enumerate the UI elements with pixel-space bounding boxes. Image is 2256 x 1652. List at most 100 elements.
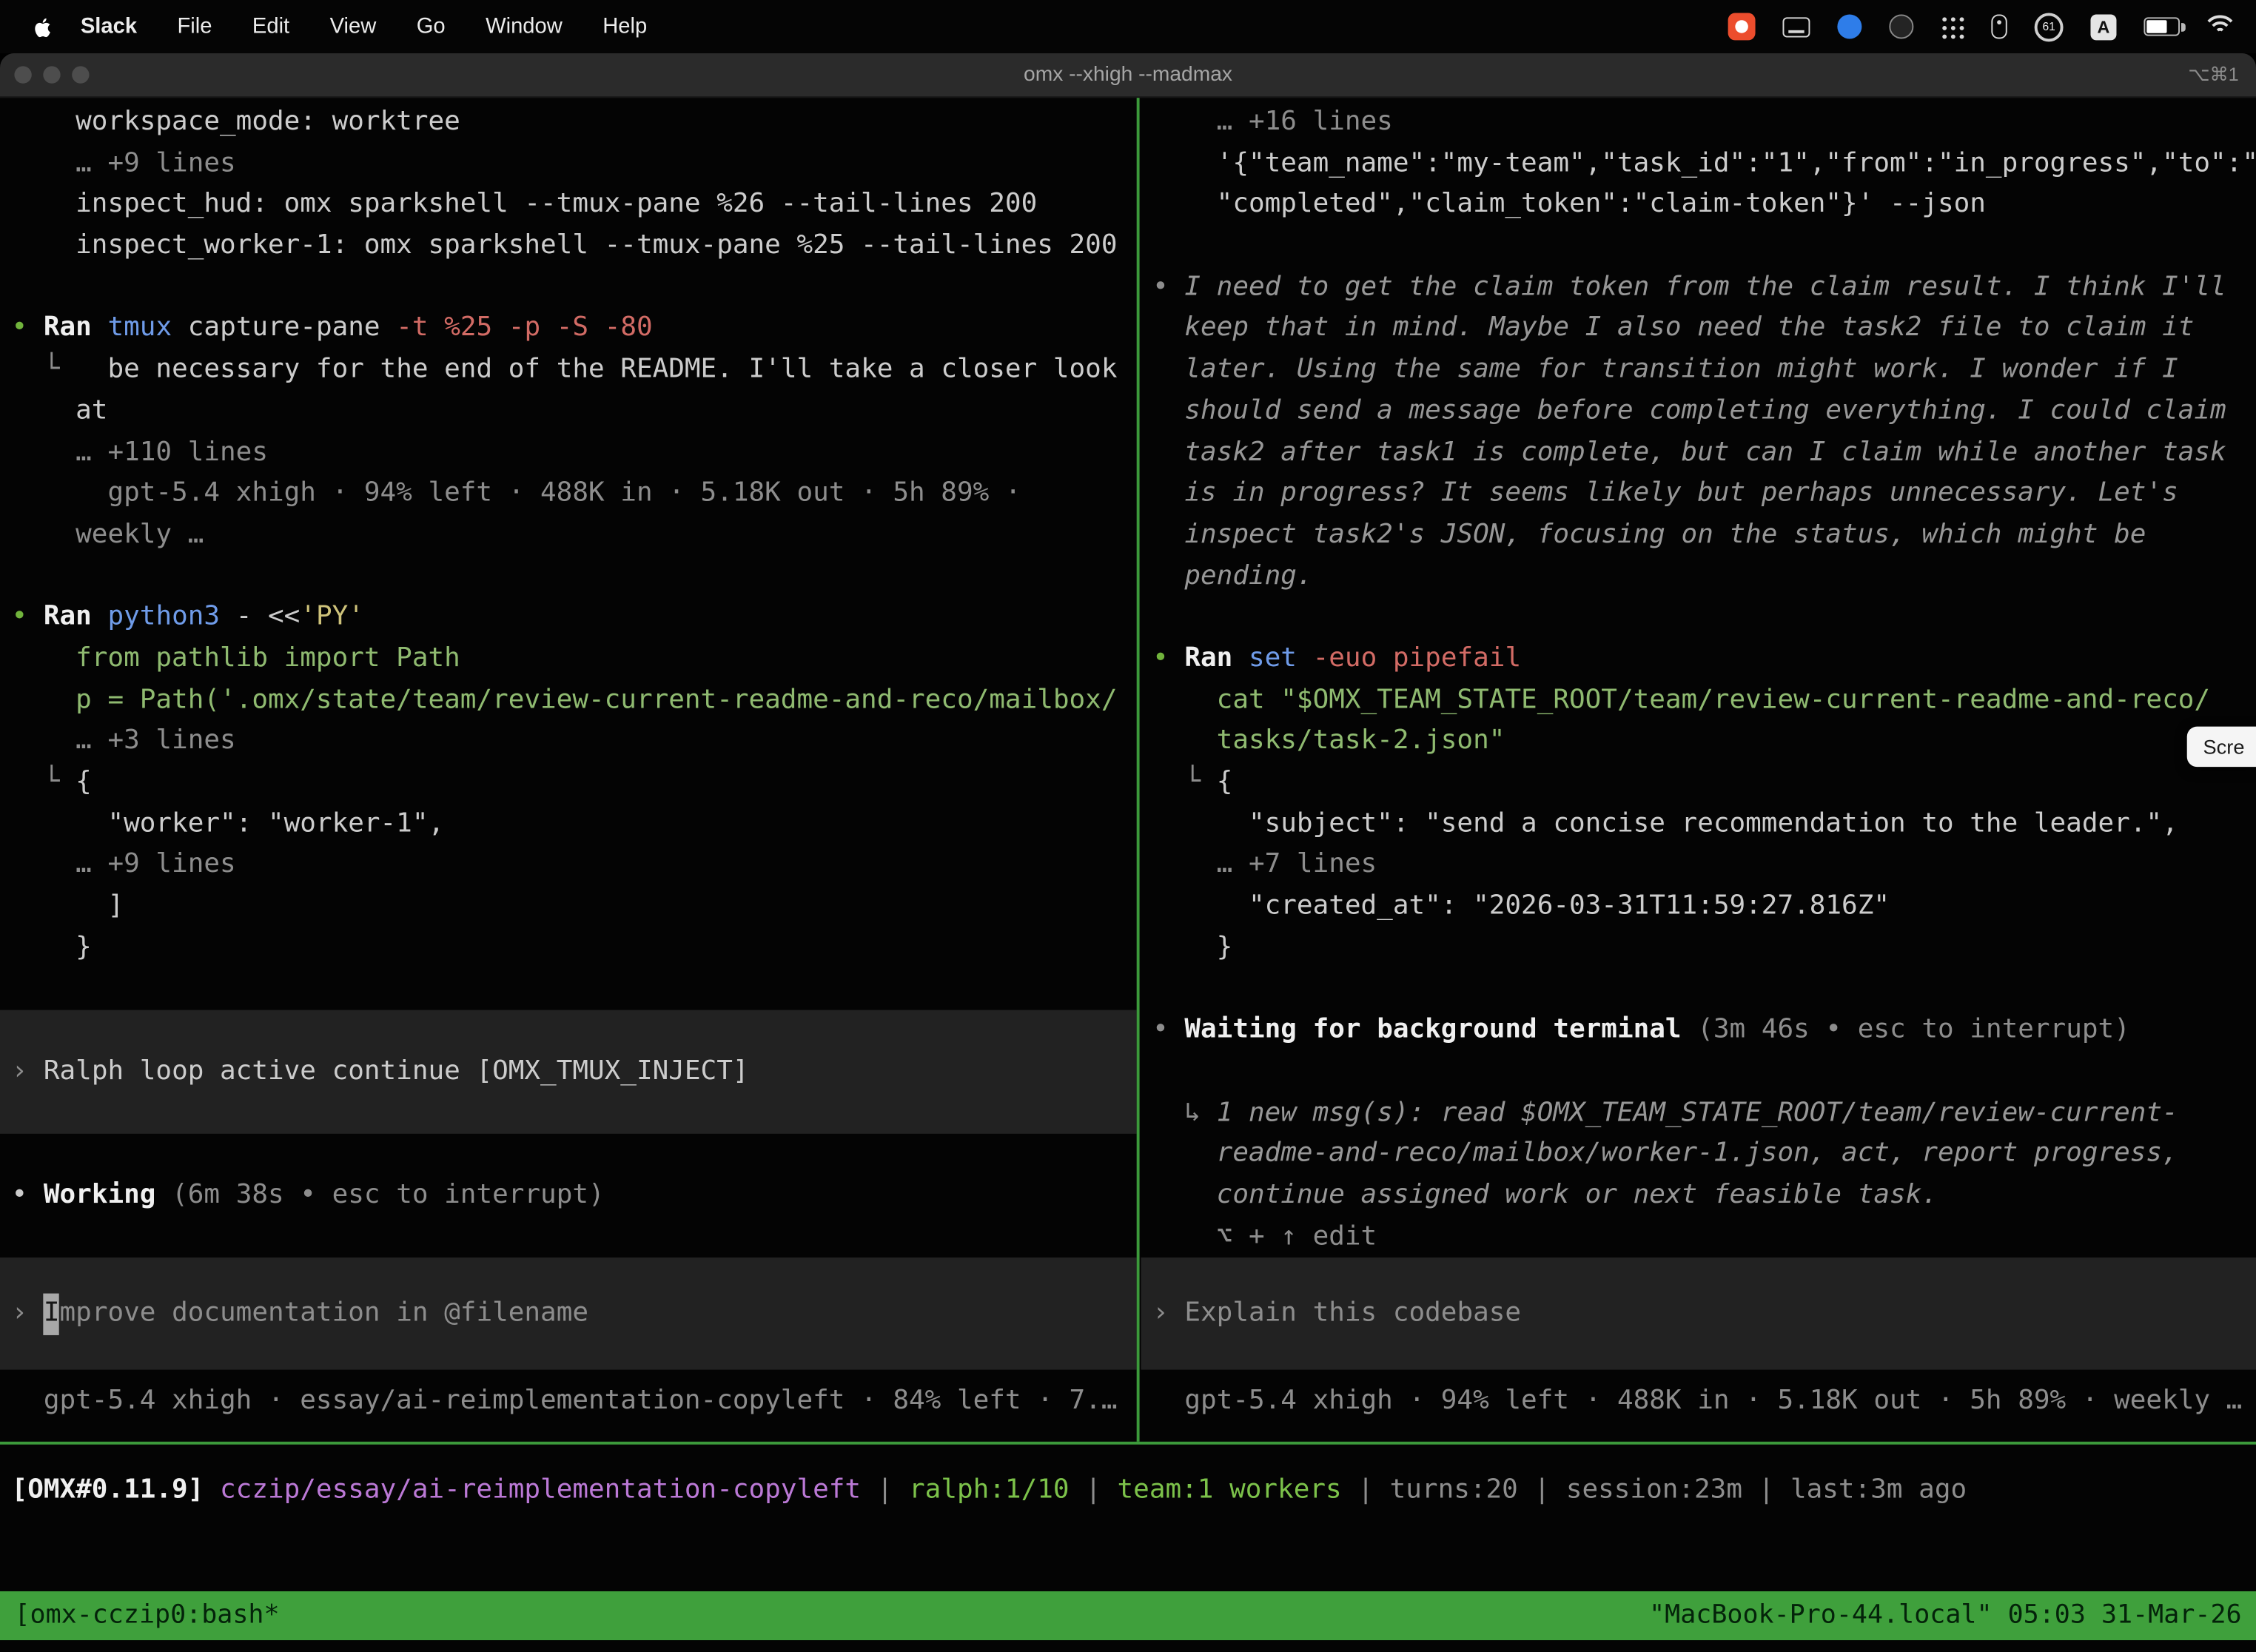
menu-bar-status-icons: 61 A <box>1728 13 2233 41</box>
menu-item-help[interactable]: Help <box>602 14 647 38</box>
terminal-line: └ be necessary for the end of the README… <box>12 350 1126 392</box>
display-icon[interactable] <box>1782 16 1810 36</box>
terminal-line: from pathlib import Path <box>12 639 1126 680</box>
terminal-line: └ { <box>12 762 1126 804</box>
terminal-line: continue assigned work or next feasible … <box>1152 1175 2244 1217</box>
text-segment: … +9 lines <box>12 148 236 178</box>
text-segment: … +9 lines <box>12 850 236 880</box>
text-segment: (3m 46s • esc to interrupt) <box>1697 1015 2130 1045</box>
text-segment: session:23m <box>1566 1474 1742 1505</box>
wifi-icon[interactable] <box>2207 13 2233 39</box>
terminal-line <box>1152 226 2244 267</box>
text-segment: Working <box>44 1180 172 1210</box>
text-segment: | <box>1070 1474 1118 1505</box>
text-segment: Ran <box>44 313 108 343</box>
menu-item-file[interactable]: File <box>177 14 212 38</box>
terminal-line: keep that in mind. Maybe I also need the… <box>1152 309 2244 350</box>
tmux-status-bar: [omx-cczip0:bash* "MacBook-Pro-44.local"… <box>0 1591 2256 1640</box>
pane-divider[interactable] <box>1137 98 1140 1442</box>
window-title-bar[interactable]: omx --xhigh --madmax ⌥⌘1 <box>0 53 2256 98</box>
terminal-line: should send a message before completing … <box>1152 391 2244 432</box>
text-segment: } <box>1152 932 1232 962</box>
text-segment: 1 new msg(s): read $OMX_TEAM_STATE_ROOT/… <box>1217 1097 2178 1127</box>
terminal-line: cat "$OMX_TEAM_STATE_ROOT/team/review-cu… <box>1152 680 2244 722</box>
password-manager-icon[interactable] <box>1991 14 2007 38</box>
terminal-line: p = Path('.omx/state/team/review-current… <box>12 680 1126 722</box>
battery-percent-circle-icon[interactable]: 61 <box>2035 13 2064 41</box>
terminal-line <box>1152 597 2244 639</box>
text-segment: inspect_hud: omx sparkshell --tmux-pane … <box>12 189 1038 219</box>
text-segment: cat "$OMX_TEAM_STATE_ROOT/team/review-cu… <box>1152 685 2210 715</box>
apple-menu-icon[interactable] <box>32 15 55 38</box>
app-menus: File Edit View Go Window Help <box>177 14 647 38</box>
text-segment: | <box>861 1474 909 1505</box>
launchpad-grid-icon[interactable] <box>1941 15 1964 38</box>
terminal-line: └ { <box>1152 762 2244 804</box>
input-source-icon[interactable]: A <box>2090 13 2116 39</box>
screen: Slack File Edit View Go Window Help 61 A <box>0 0 2256 1652</box>
window-shortcut-hint: ⌥⌘1 <box>2188 64 2238 87</box>
text-segment: gpt-5.4 xhigh · 94% left · 488K in · 5.1… <box>12 478 1021 508</box>
text-segment: cczip/essay/ai-reimplementation-copyleft <box>204 1474 861 1505</box>
terminal-window: omx --xhigh --madmax ⌥⌘1 workspace_mode:… <box>0 53 2256 1652</box>
terminal-line: • Ran tmux capture-pane -t %25 -p -S -80 <box>12 309 1126 350</box>
text-segment: tasks/task-2.json" <box>1152 725 1505 756</box>
text-segment: "subject": "send a concise recommendatio… <box>1152 808 2178 839</box>
terminal-line <box>1152 1052 2244 1093</box>
text-segment: Ran <box>1184 643 1249 674</box>
terminal-line: pending. <box>1152 556 2244 597</box>
prompt-suggestion-band[interactable]: › Explain this codebase <box>1141 1258 2256 1370</box>
terminal-line: inspect_hud: omx sparkshell --tmux-pane … <box>12 185 1126 226</box>
text-segment: inspect task2's JSON, focusing on the st… <box>1152 520 2146 550</box>
text-segment: { <box>1217 767 1233 797</box>
terminal-line: • I need to get the claim token from the… <box>1152 267 2244 309</box>
terminal-line: "completed","claim_token":"claim-token"}… <box>1152 185 2244 226</box>
text-segment: • <box>12 313 44 343</box>
text-segment: gpt-5.4 xhigh · 94% left · 488K in · 5.1… <box>1152 1386 2242 1416</box>
screen-notification[interactable]: Scre <box>2187 727 2256 767</box>
text-segment: is in progress? It seems likely but perh… <box>1152 478 2178 508</box>
active-app-name[interactable]: Slack <box>81 14 137 38</box>
left-terminal-pane[interactable]: workspace_mode: worktree … +9 lines insp… <box>0 98 1137 1442</box>
battery-icon[interactable] <box>2143 17 2180 36</box>
terminal-line: • Working (6m 38s • esc to interrupt) <box>12 1175 1126 1217</box>
terminal-line: … +9 lines <box>12 144 1126 185</box>
dark-app-icon[interactable] <box>1889 14 1913 38</box>
blue-app-icon[interactable] <box>1837 14 1861 38</box>
text-segment: at <box>12 395 108 426</box>
menu-item-go[interactable]: Go <box>417 14 446 38</box>
text-segment: inspect_worker-1: omx sparkshell --tmux-… <box>12 230 1118 261</box>
terminal-line: } <box>1152 927 2244 969</box>
terminal-line: at <box>12 391 1126 432</box>
terminal-line: … +16 lines <box>1152 102 2244 144</box>
text-segment: | <box>1742 1474 1790 1505</box>
text-segment: turns:20 <box>1390 1474 1518 1505</box>
right-terminal-pane[interactable]: … +16 lines '{"team_name":"my-team","tas… <box>1141 98 2256 1442</box>
terminal-line: gpt-5.4 xhigh · essay/ai-reimplementatio… <box>12 1382 1126 1423</box>
menu-item-window[interactable]: Window <box>486 14 563 38</box>
text-segment: ↳ <box>1152 1097 1217 1127</box>
spacer <box>12 1370 1126 1382</box>
prompt-input-band[interactable]: › Improve documentation in @filename <box>0 1258 1137 1370</box>
terminal-line: "created_at": "2026-03-31T11:59:27.816Z" <box>1152 887 2244 928</box>
terminal-line: ] <box>12 887 1126 928</box>
text-segment: • <box>1152 643 1184 674</box>
terminal-line: inspect task2's JSON, focusing on the st… <box>1152 515 2244 557</box>
text-segment: '{"team_name":"my-team","task_id":"1","f… <box>1152 148 2256 178</box>
text-segment: "created_at": "2026-03-31T11:59:27.816Z" <box>1152 890 1890 921</box>
terminal-line: gpt-5.4 xhigh · 94% left · 488K in · 5.1… <box>1152 1382 2244 1423</box>
menu-item-view[interactable]: View <box>330 14 377 38</box>
text-segment: • <box>12 602 44 632</box>
text-segment: (6m 38s • esc to interrupt) <box>172 1180 605 1210</box>
text-segment: … +16 lines <box>1152 107 1393 137</box>
text-segment: pending. <box>1152 560 1313 591</box>
menu-item-edit[interactable]: Edit <box>252 14 289 38</box>
text-segment: team:1 workers <box>1118 1474 1342 1505</box>
text-segment: readme-and-reco/mailbox/worker-1.json, a… <box>1152 1138 2178 1169</box>
text-segment: "worker": "worker-1", <box>12 808 445 839</box>
terminal-line: readme-and-reco/mailbox/worker-1.json, a… <box>1152 1134 2244 1175</box>
text-segment: Waiting for background terminal <box>1184 1015 1697 1045</box>
terminal-line: ↳ 1 new msg(s): read $OMX_TEAM_STATE_ROO… <box>1152 1092 2244 1134</box>
text-segment: └ <box>12 354 60 384</box>
screen-recording-indicator-icon[interactable] <box>1728 13 1756 40</box>
